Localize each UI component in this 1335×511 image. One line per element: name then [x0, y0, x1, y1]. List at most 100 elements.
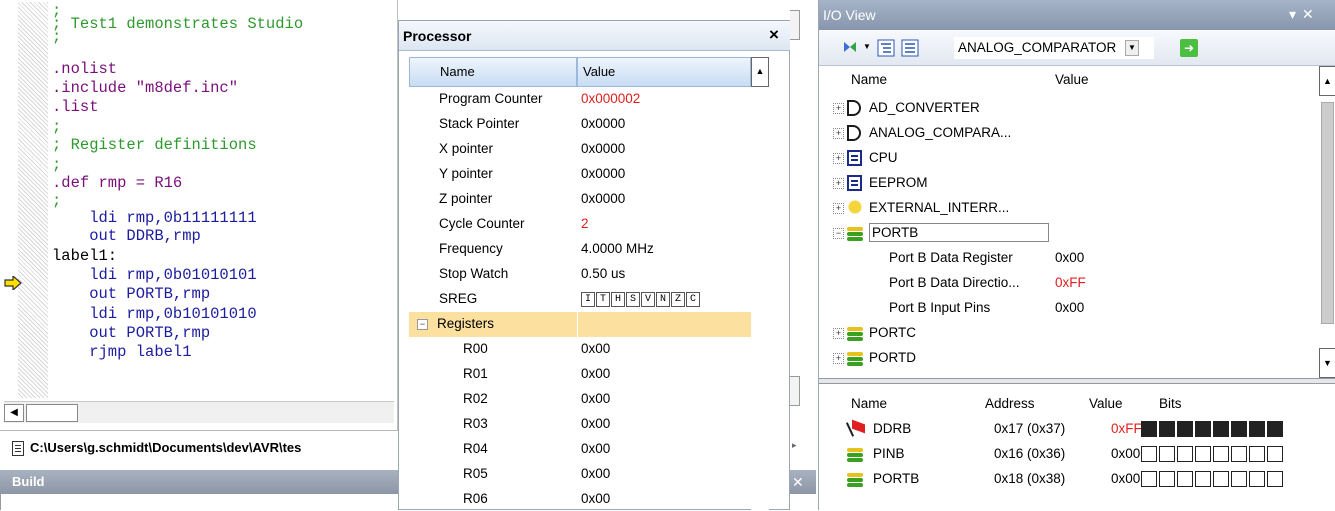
- scroll-left-button[interactable]: ◀: [4, 404, 24, 422]
- sreg-flag-i[interactable]: I: [581, 292, 595, 307]
- processor-vertical-scrollbar[interactable]: ▲: [751, 57, 769, 511]
- register-row[interactable]: R03 0x00: [409, 412, 751, 437]
- expand-icon[interactable]: +: [833, 103, 844, 114]
- code-line[interactable]: out DDRB,rmp: [52, 227, 201, 246]
- portb-register-row[interactable]: Port B Data Directio... 0xFF: [819, 271, 1319, 296]
- dock-tab[interactable]: [790, 10, 800, 40]
- register-row[interactable]: R05 0x00: [409, 462, 751, 487]
- collapse-icon[interactable]: −: [833, 228, 844, 239]
- processor-row[interactable]: Cycle Counter 2: [409, 212, 751, 237]
- bit-4[interactable]: [1195, 421, 1211, 437]
- bit-2[interactable]: [1231, 421, 1247, 437]
- expand-icon[interactable]: +: [833, 203, 844, 214]
- collapse-icon[interactable]: −: [417, 319, 428, 330]
- bit-1[interactable]: [1249, 471, 1265, 487]
- bit-7[interactable]: [1141, 471, 1157, 487]
- close-icon[interactable]: ✕: [792, 474, 804, 491]
- expand-icon[interactable]: +: [833, 178, 844, 189]
- bits-header-value[interactable]: Value: [1089, 396, 1123, 411]
- processor-row[interactable]: Z pointer 0x0000: [409, 187, 751, 212]
- expand-icon[interactable]: +: [833, 128, 844, 139]
- sreg-flag-v[interactable]: V: [641, 292, 655, 307]
- code-line[interactable]: ;: [52, 118, 61, 137]
- sreg-flag-h[interactable]: H: [611, 292, 625, 307]
- go-arrow-icon[interactable]: ➜: [1180, 39, 1198, 57]
- bit-0[interactable]: [1267, 446, 1283, 462]
- tree-header-value[interactable]: Value: [1055, 72, 1089, 87]
- processor-row[interactable]: Y pointer 0x0000: [409, 162, 751, 187]
- code-line[interactable]: ldi rmp,0b11111111: [52, 209, 256, 228]
- scroll-down-button[interactable]: ▼: [1319, 348, 1335, 378]
- code-line[interactable]: out PORTB,rmp: [52, 324, 210, 343]
- sreg-flag-t[interactable]: T: [596, 292, 610, 307]
- register-row[interactable]: R02 0x00: [409, 387, 751, 412]
- sreg-flag-z[interactable]: Z: [671, 292, 685, 307]
- register-row[interactable]: R04 0x00: [409, 437, 751, 462]
- bit-4[interactable]: [1195, 446, 1211, 462]
- register-row[interactable]: R06 0x00: [409, 487, 751, 511]
- bit-7[interactable]: [1141, 446, 1157, 462]
- code-line[interactable]: ldi rmp,0b10101010: [52, 305, 256, 324]
- bit-6[interactable]: [1159, 421, 1175, 437]
- module-select[interactable]: ANALOG_COMPARATOR ▼: [954, 37, 1154, 59]
- processor-row[interactable]: Program Counter 0x000002: [409, 87, 751, 112]
- window-controls[interactable]: ▾✕: [1289, 6, 1320, 23]
- scroll-up-button[interactable]: ▲: [751, 57, 769, 87]
- bit-5[interactable]: [1177, 471, 1193, 487]
- close-icon[interactable]: ×: [769, 25, 779, 45]
- list-view-icon[interactable]: [901, 39, 919, 57]
- source-editor[interactable]: ;; Test1 demonstrates Studio; .nolist .inc…: [0, 0, 398, 430]
- code-area[interactable]: ;; Test1 demonstrates Studio; .nolist .inc…: [0, 0, 398, 400]
- bit-7[interactable]: [1141, 421, 1157, 437]
- bit-4[interactable]: [1195, 471, 1211, 487]
- bit-6[interactable]: [1159, 471, 1175, 487]
- bit-3[interactable]: [1213, 446, 1229, 462]
- processor-row[interactable]: Stack Pointer 0x0000: [409, 112, 751, 137]
- editor-file-tab[interactable]: C:\Users\g.schmidt\Documents\dev\AVR\tes: [0, 430, 398, 464]
- expand-icon[interactable]: +: [833, 153, 844, 164]
- tree-header-name[interactable]: Name: [851, 72, 887, 87]
- bits-row-ddrb[interactable]: DDRB 0x17 (0x37) 0xFF: [819, 417, 1335, 442]
- tree-item-external-interr[interactable]: + EXTERNAL_INTERR...: [819, 196, 1319, 221]
- code-line[interactable]: out PORTB,rmp: [52, 285, 210, 304]
- bit-5[interactable]: [1177, 446, 1193, 462]
- bit-5[interactable]: [1177, 421, 1193, 437]
- sreg-flag-c[interactable]: C: [686, 292, 700, 307]
- tree-item-ad-converter[interactable]: + AD_CONVERTER: [819, 96, 1319, 121]
- processor-row-sreg[interactable]: SREG I T H S V N Z C: [409, 287, 751, 312]
- column-header-value[interactable]: Value: [577, 57, 751, 87]
- tree-item-portb[interactable]: − PORTB: [819, 221, 1319, 246]
- portb-register-row[interactable]: Port B Data Register 0x00: [819, 246, 1319, 271]
- bits-header-bits[interactable]: Bits: [1159, 396, 1182, 411]
- sreg-flag-s[interactable]: S: [626, 292, 640, 307]
- tree-item-cpu[interactable]: + CPU: [819, 146, 1319, 171]
- code-line[interactable]: ; Test1 demonstrates Studio: [52, 15, 303, 34]
- code-line[interactable]: ;: [52, 156, 61, 175]
- register-row[interactable]: R01 0x00: [409, 362, 751, 387]
- code-line[interactable]: label1:: [52, 247, 117, 266]
- bit-3[interactable]: [1213, 421, 1229, 437]
- bits-header-address[interactable]: Address: [985, 396, 1035, 411]
- dock-tab[interactable]: [790, 376, 800, 406]
- tree-item-eeprom[interactable]: + EEPROM: [819, 171, 1319, 196]
- code-line[interactable]: .list: [52, 98, 99, 117]
- code-line[interactable]: .nolist: [52, 60, 117, 79]
- io-vertical-scrollbar[interactable]: ▲ ▼: [1319, 66, 1335, 378]
- bit-0[interactable]: [1267, 471, 1283, 487]
- scroll-thumb[interactable]: [1321, 102, 1334, 324]
- tree-item-portd[interactable]: + PORTD: [819, 346, 1319, 371]
- dock-splitter[interactable]: ▸: [790, 0, 818, 470]
- registers-group-row[interactable]: − Registers: [409, 312, 751, 337]
- chevron-right-icon[interactable]: ▸: [792, 440, 797, 451]
- code-line[interactable]: ; Register definitions: [52, 136, 257, 155]
- sreg-flag-n[interactable]: N: [656, 292, 670, 307]
- bit-1[interactable]: [1249, 446, 1265, 462]
- bit-0[interactable]: [1267, 421, 1283, 437]
- editor-horizontal-scrollbar[interactable]: ◀: [4, 401, 394, 423]
- code-line[interactable]: ;: [52, 28, 61, 47]
- processor-row[interactable]: X pointer 0x0000: [409, 137, 751, 162]
- scroll-thumb[interactable]: [26, 404, 78, 422]
- bit-2[interactable]: [1231, 471, 1247, 487]
- bits-row-portb[interactable]: PORTB 0x18 (0x38) 0x00: [819, 467, 1335, 492]
- bit-2[interactable]: [1231, 446, 1247, 462]
